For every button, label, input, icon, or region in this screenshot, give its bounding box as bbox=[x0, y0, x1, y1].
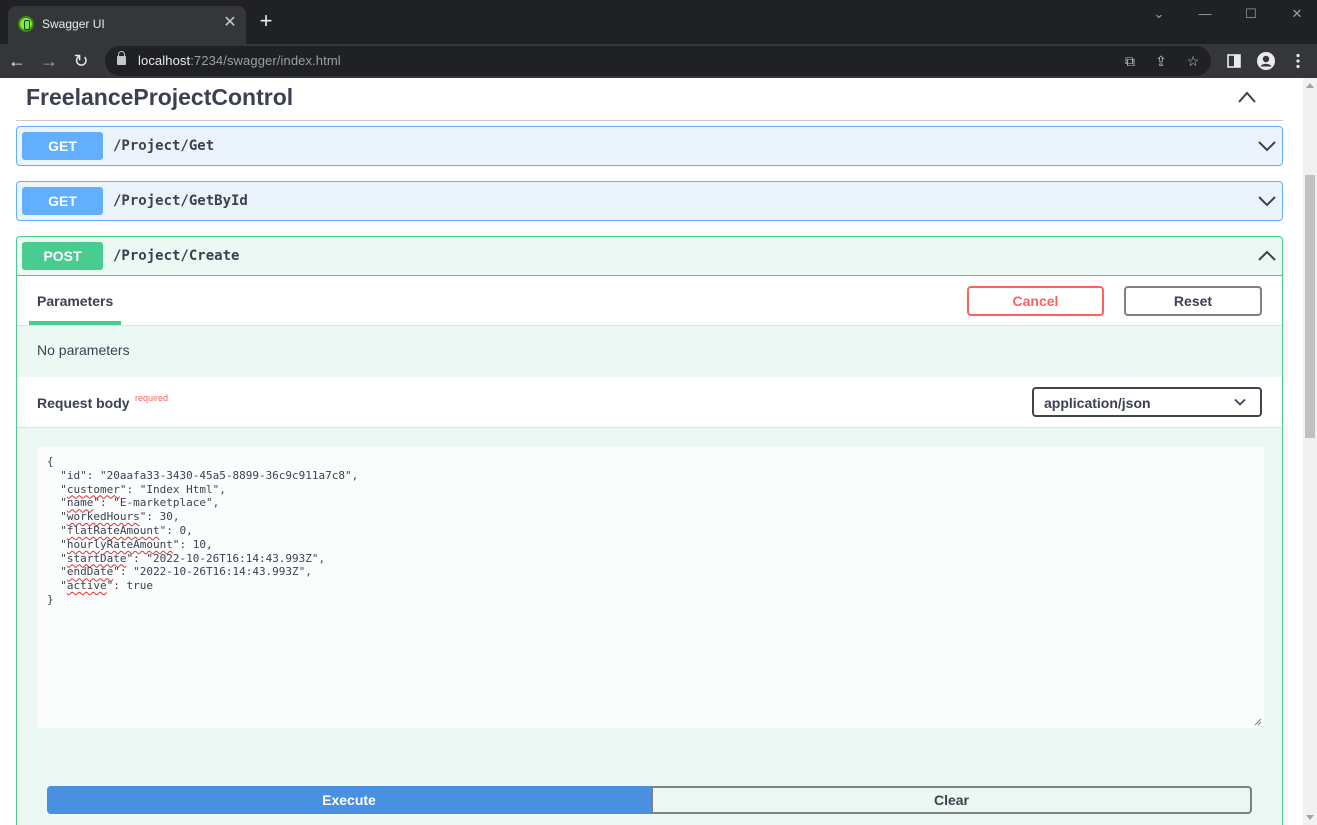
code-key: startDate bbox=[66, 551, 127, 565]
method-badge: POST bbox=[22, 242, 103, 270]
opblock-summary[interactable]: GET /Project/GetById bbox=[17, 182, 1282, 220]
method-badge: GET bbox=[22, 187, 103, 215]
request-body-title: Request body bbox=[37, 395, 130, 411]
operation-path: /Project/Get bbox=[113, 138, 215, 154]
code-key: hourlyRateAmount bbox=[66, 537, 173, 551]
parameters-header: Parameters Cancel Reset bbox=[17, 275, 1282, 326]
code-value: 10, bbox=[192, 537, 213, 551]
opblock-summary[interactable]: POST /Project/Create bbox=[17, 237, 1282, 275]
tab-active-indicator bbox=[29, 321, 121, 325]
code-key: endDate bbox=[66, 565, 114, 579]
execute-button[interactable]: Execute bbox=[47, 786, 651, 814]
code-key: active bbox=[66, 579, 107, 593]
code-key: workedHours bbox=[66, 510, 140, 524]
kebab-menu-icon[interactable] bbox=[1293, 53, 1303, 69]
operation-path: /Project/GetById bbox=[113, 193, 248, 209]
chevron-down-icon[interactable] bbox=[1257, 138, 1277, 154]
code-line: "workedHours": 30, bbox=[47, 510, 180, 524]
url-text[interactable]: localhost:7234/swagger/index.html bbox=[138, 53, 341, 68]
section-title[interactable]: FreelanceProjectControl bbox=[26, 84, 293, 111]
code-line: } bbox=[47, 593, 358, 607]
window-close-icon[interactable]: ✕ bbox=[1274, 4, 1317, 24]
code-key: customer bbox=[66, 482, 120, 496]
reset-button[interactable]: Reset bbox=[1124, 286, 1262, 316]
code-key: id bbox=[66, 468, 81, 482]
content-type-value: application/json bbox=[1044, 395, 1151, 411]
share-icon[interactable]: ⇪ bbox=[1152, 52, 1170, 70]
cancel-button[interactable]: Cancel bbox=[967, 286, 1104, 316]
no-parameters-text: No parameters bbox=[37, 342, 130, 358]
profile-avatar-icon[interactable] bbox=[1256, 51, 1276, 71]
tab-close-icon[interactable]: ✕ bbox=[221, 14, 239, 32]
scroll-down-icon[interactable] bbox=[1306, 815, 1314, 820]
side-panel-icon[interactable] bbox=[1227, 54, 1241, 68]
minimize-icon[interactable]: — bbox=[1182, 4, 1228, 24]
lock-icon[interactable] bbox=[117, 51, 126, 65]
code-line: "startDate": "2022-10-26T16:14:43.993Z", bbox=[47, 551, 326, 565]
browser-toolbar: ← → ↻ localhost:7234/swagger/index.html … bbox=[0, 44, 1317, 78]
code-brace: { bbox=[47, 455, 54, 468]
request-body-header: Request body required application/json bbox=[17, 377, 1282, 428]
forward-icon[interactable]: → bbox=[36, 48, 62, 74]
content-type-select[interactable]: application/json bbox=[1032, 387, 1262, 417]
new-tab-icon[interactable]: + bbox=[256, 10, 276, 32]
code-value: 30, bbox=[159, 510, 180, 524]
code-value: "2022-10-26T16:14:43.993Z", bbox=[133, 565, 312, 579]
tab-parameters[interactable]: Parameters bbox=[37, 293, 113, 309]
chevron-up-icon[interactable] bbox=[1237, 90, 1257, 104]
code-value: "Index Html", bbox=[139, 482, 226, 496]
code-value: true bbox=[126, 579, 154, 593]
swagger-favicon-icon bbox=[18, 16, 34, 32]
opblock-get-project[interactable]: GET /Project/Get bbox=[16, 126, 1283, 166]
chevron-up-icon[interactable] bbox=[1257, 248, 1277, 264]
operation-path: /Project/Create bbox=[113, 248, 240, 264]
chevron-down-icon bbox=[1234, 398, 1246, 406]
code-line: "active": true bbox=[47, 579, 154, 593]
code-key: name bbox=[66, 496, 94, 510]
section-divider bbox=[16, 120, 1283, 121]
code-line: "endDate": "2022-10-26T16:14:43.993Z", bbox=[47, 565, 312, 579]
required-badge: required bbox=[135, 393, 169, 403]
code-line: "name": "E-marketplace", bbox=[47, 496, 220, 510]
code-value: "20aafa33-3430-45a5-8899-36c9c911a7c8", bbox=[100, 468, 359, 482]
browser-tabstrip: Swagger UI ✕ + ⌄ — ☐ ✕ bbox=[0, 0, 1317, 44]
resize-handle-icon[interactable] bbox=[1254, 718, 1262, 726]
request-body-json[interactable]: { "id": "20aafa33-3430-45a5-8899-36c9c91… bbox=[47, 455, 358, 607]
code-line: "flatRateAmount": 0, bbox=[47, 523, 193, 537]
opblock-post-project-create: POST /Project/Create Parameters Cancel R… bbox=[16, 236, 1283, 825]
code-value: 0, bbox=[179, 523, 193, 537]
back-icon[interactable]: ← bbox=[4, 48, 30, 74]
code-line: { bbox=[47, 455, 358, 469]
address-bar[interactable]: localhost:7234/swagger/index.html ⧉ ⇪ ☆ bbox=[105, 46, 1211, 76]
swagger-page: FreelanceProjectControl GET /Project/Get… bbox=[0, 78, 1303, 825]
scroll-up-icon[interactable] bbox=[1306, 83, 1314, 88]
maximize-icon[interactable]: ☐ bbox=[1228, 4, 1274, 24]
opblock-get-project-by-id[interactable]: GET /Project/GetById bbox=[16, 181, 1283, 221]
code-brace: } bbox=[47, 592, 54, 606]
opblock-summary[interactable]: GET /Project/Get bbox=[17, 127, 1282, 165]
reload-icon[interactable]: ↻ bbox=[68, 48, 94, 74]
code-key: flatRateAmount bbox=[66, 523, 160, 537]
chevron-down-icon[interactable] bbox=[1257, 193, 1277, 209]
code-value: "E-marketplace", bbox=[113, 496, 220, 510]
page-scrollbar[interactable] bbox=[1303, 78, 1317, 825]
code-line: "hourlyRateAmount": 10, bbox=[47, 537, 213, 551]
code-value: "2022-10-26T16:14:43.993Z", bbox=[146, 551, 326, 565]
translate-icon[interactable]: ⧉ bbox=[1121, 52, 1139, 70]
chevron-down-icon[interactable]: ⌄ bbox=[1136, 4, 1182, 24]
code-line: "customer": "Index Html", bbox=[47, 482, 226, 496]
method-badge: GET bbox=[22, 132, 103, 160]
scrollbar-thumb[interactable] bbox=[1305, 175, 1315, 438]
bookmark-star-icon[interactable]: ☆ bbox=[1184, 52, 1202, 70]
code-line: "id": "20aafa33-3430-45a5-8899-36c9c911a… bbox=[47, 468, 359, 482]
tab-title: Swagger UI bbox=[42, 17, 105, 31]
request-body-editor[interactable]: { "id": "20aafa33-3430-45a5-8899-36c9c91… bbox=[37, 447, 1264, 728]
clear-button[interactable]: Clear bbox=[651, 786, 1252, 814]
browser-tab[interactable]: Swagger UI ✕ bbox=[8, 6, 246, 44]
